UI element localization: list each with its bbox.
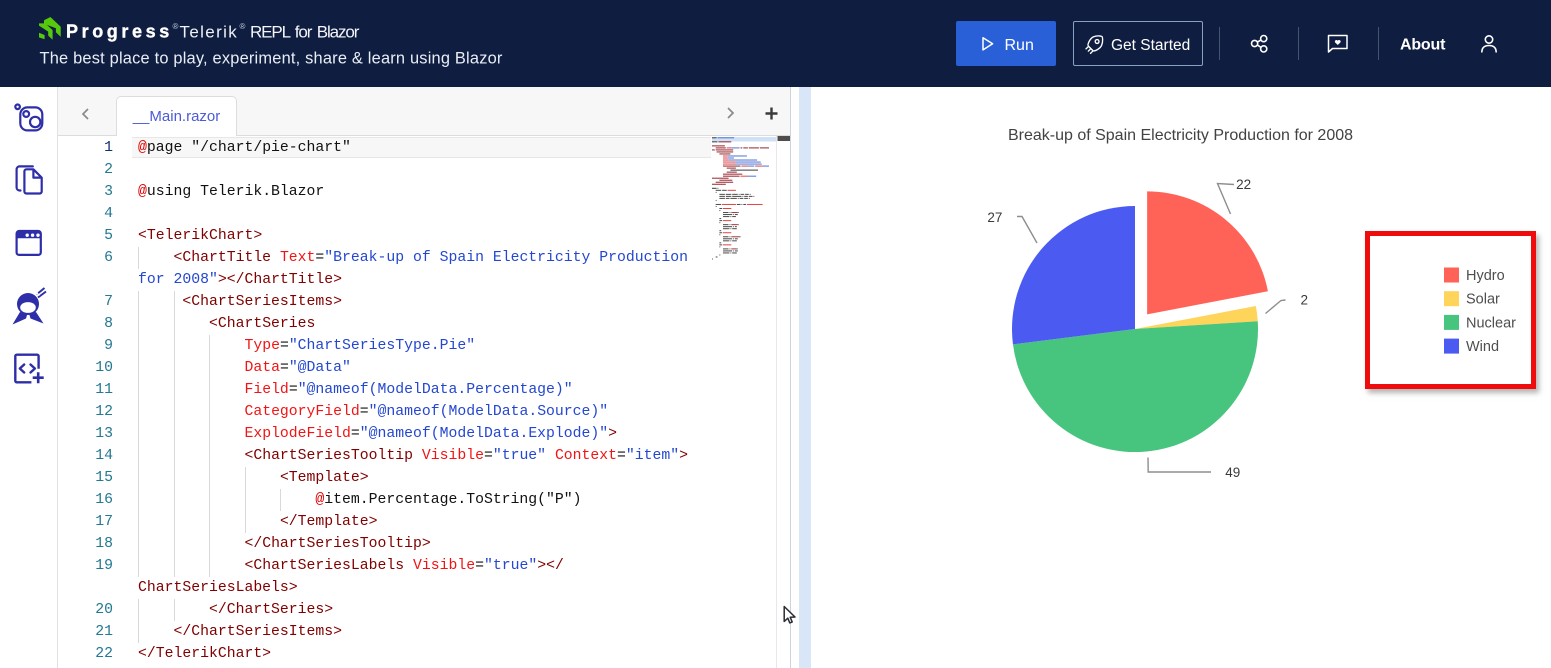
svg-text:22: 22 bbox=[1236, 177, 1251, 192]
svg-text:49: 49 bbox=[1225, 465, 1240, 480]
svg-text:27: 27 bbox=[987, 210, 1002, 225]
svg-text:Break-up of Spain Electricity: Break-up of Spain Electricity Production… bbox=[1008, 127, 1353, 144]
svg-text:2: 2 bbox=[1300, 293, 1308, 308]
